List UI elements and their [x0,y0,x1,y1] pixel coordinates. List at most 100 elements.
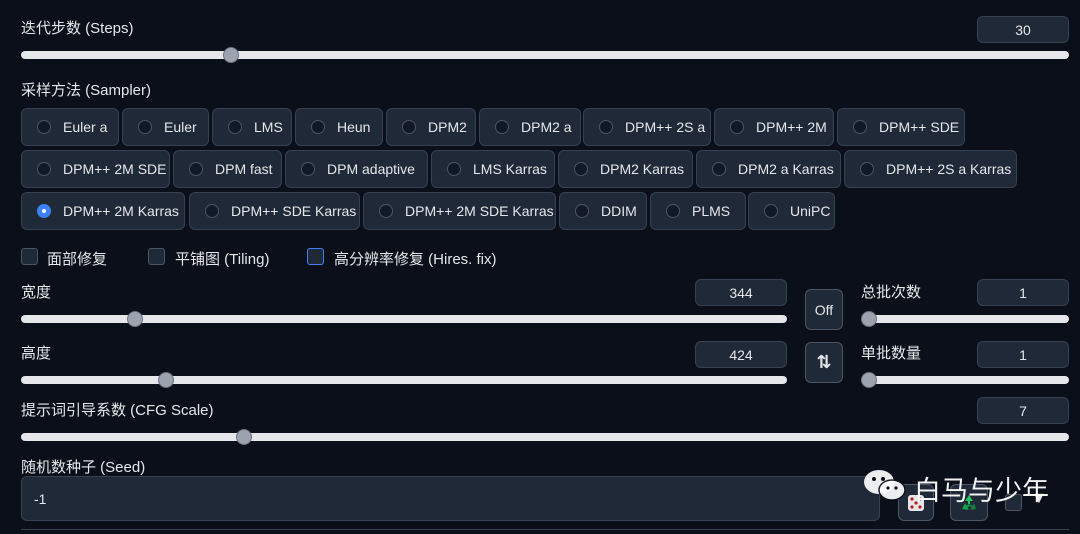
radio-indicator [189,162,203,176]
sampler-option-ddim[interactable]: DDIM [559,192,647,230]
face-restore-label: 面部修复 [47,251,108,268]
radio-indicator [37,120,51,134]
cfg-scale-label: 提示词引导系数 (CFG Scale) [21,402,214,419]
wechat-logo-icon [862,468,908,509]
radio-indicator [853,120,867,134]
radio-indicator [574,162,588,176]
sampler-option-dpm-2s-a-karras[interactable]: DPM++ 2S a Karras [844,150,1017,188]
steps-slider-thumb[interactable] [223,47,239,63]
steps-slider[interactable] [21,51,1069,59]
sampler-label: 采样方法 (Sampler) [21,82,152,99]
sampler-option-label: DPM++ SDE Karras [231,203,357,219]
radio-indicator [764,204,778,218]
sampler-option-label: LMS [254,119,283,135]
radio-indicator [311,120,325,134]
width-slider-thumb[interactable] [127,311,143,327]
batch-size-label: 单批数量 [861,345,922,362]
steps-input[interactable]: 30 [977,16,1069,43]
sampler-option-label: DPM++ 2M SDE [63,161,167,177]
radio-indicator [575,204,589,218]
sampler-option-euler-a[interactable]: Euler a [21,108,119,146]
height-input[interactable]: 424 [695,341,787,368]
sampler-option-dpm-2s-a[interactable]: DPM++ 2S a [583,108,711,146]
sampler-option-label: DPM++ 2S a Karras [886,161,1012,177]
hires-fix-label: 高分辨率修复 (Hires. fix) [334,251,497,268]
tiling-checkbox[interactable] [148,248,165,265]
sampler-option-label: Euler a [63,119,108,135]
face-restore-checkbox[interactable] [21,248,38,265]
hires-fix-checkbox[interactable] [307,248,324,265]
sampler-option-unipc[interactable]: UniPC [748,192,835,230]
hires-toggle-off-button[interactable]: Off [805,289,843,330]
sampler-option-dpm-adaptive[interactable]: DPM adaptive [285,150,428,188]
sampler-option-lms[interactable]: LMS [212,108,292,146]
sampler-option-euler[interactable]: Euler [122,108,209,146]
radio-indicator [599,120,613,134]
cfg-scale-slider[interactable] [21,433,1069,441]
batch-count-slider-thumb[interactable] [861,311,877,327]
sampler-option-label: DPM2 a Karras [738,161,834,177]
radio-indicator [138,120,152,134]
batch-size-input[interactable]: 1 [977,341,1069,368]
sampler-option-label: DPM2 [428,119,467,135]
sampler-option-label: LMS Karras [473,161,547,177]
seed-value: -1 [34,491,47,507]
height-slider[interactable] [21,376,787,384]
sampler-option-dpm-2m-karras[interactable]: DPM++ 2M Karras [21,192,185,230]
radio-indicator [379,204,393,218]
batch-size-slider[interactable] [861,376,1069,384]
seed-label: 随机数种子 (Seed) [21,459,146,476]
sampler-option-dpm-2m-sde[interactable]: DPM++ 2M SDE [21,150,170,188]
next-panel-edge [21,529,1069,534]
sampler-option-label: DPM++ 2S a [625,119,706,135]
cfg-scale-slider-thumb[interactable] [236,429,252,445]
sampler-option-dpm-2m[interactable]: DPM++ 2M [714,108,834,146]
height-label: 高度 [21,345,52,362]
sampler-option-label: DPM2 Karras [600,161,685,177]
cfg-scale-input[interactable]: 7 [977,397,1069,424]
height-slider-thumb[interactable] [158,372,174,388]
sampler-option-dpm-2m-sde-karras[interactable]: DPM++ 2M SDE Karras [363,192,556,230]
sampler-option-label: DPM2 a [521,119,572,135]
sampler-option-label: DPM adaptive [327,161,415,177]
sampler-option-label: Heun [337,119,371,135]
sampler-option-plms[interactable]: PLMS [650,192,746,230]
sampler-option-dpm-sde[interactable]: DPM++ SDE [837,108,965,146]
sampler-option-label: DPM++ 2M SDE Karras [405,203,554,219]
tiling-label: 平铺图 (Tiling) [175,251,270,268]
radio-indicator [860,162,874,176]
swap-dimensions-button[interactable]: ⇅ [805,342,843,383]
steps-label: 迭代步数 (Steps) [21,20,134,37]
radio-indicator [495,120,509,134]
width-input[interactable]: 344 [695,279,787,306]
radio-indicator [228,120,242,134]
sampler-option-label: DDIM [601,203,637,219]
sampler-option-heun[interactable]: Heun [295,108,383,146]
radio-indicator [37,204,51,218]
radio-indicator [402,120,416,134]
seed-input[interactable]: -1 [21,476,880,521]
sampler-option-dpm2-a-karras[interactable]: DPM2 a Karras [696,150,841,188]
sampler-option-label: DPM++ 2M Karras [63,203,179,219]
sampler-option-label: DPM++ SDE [879,119,960,135]
batch-size-slider-thumb[interactable] [861,372,877,388]
radio-indicator [301,162,315,176]
batch-count-input[interactable]: 1 [977,279,1069,306]
batch-count-label: 总批次数 [861,284,922,301]
sampler-option-label: DPM fast [215,161,273,177]
radio-indicator [205,204,219,218]
sampler-option-label: DPM++ 2M [756,119,827,135]
sampler-option-label: Euler [164,119,197,135]
sampler-option-dpm2-a[interactable]: DPM2 a [479,108,581,146]
watermark-text: 白马与少年 [914,476,1049,506]
sampler-option-lms-karras[interactable]: LMS Karras [431,150,555,188]
sampler-option-dpm-sde-karras[interactable]: DPM++ SDE Karras [189,192,360,230]
batch-count-slider[interactable] [861,315,1069,323]
sampler-option-dpm2[interactable]: DPM2 [386,108,476,146]
radio-indicator [666,204,680,218]
sampler-option-dpm2-karras[interactable]: DPM2 Karras [558,150,693,188]
width-label: 宽度 [21,284,52,301]
sampler-option-dpm-fast[interactable]: DPM fast [173,150,282,188]
radio-indicator [447,162,461,176]
radio-indicator [712,162,726,176]
